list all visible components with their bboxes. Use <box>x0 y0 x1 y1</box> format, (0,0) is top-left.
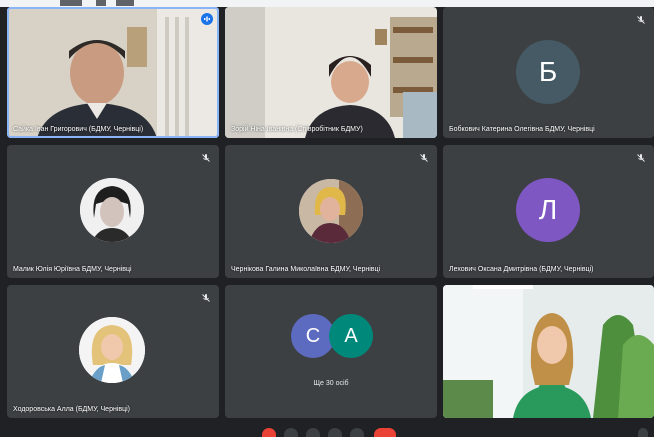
avatar-photo <box>299 179 363 243</box>
more-options-button[interactable] <box>350 428 364 437</box>
mic-off-icon <box>637 154 645 162</box>
participant-name: Зорій Ніна Іванівна (Співробітник БДМУ) <box>231 126 363 133</box>
mic-off-icon <box>637 16 645 24</box>
participant-video <box>7 7 219 138</box>
avatar-letter: Б <box>538 56 558 87</box>
participant-tile[interactable]: Ходоровська Алла (БДМУ, Чернівці) <box>7 285 219 418</box>
bottom-control-bar <box>0 426 654 437</box>
participant-avatar <box>299 179 363 243</box>
others-tile[interactable]: С А Ще 30 осіб <box>225 285 437 418</box>
audio-active-icon <box>201 13 213 25</box>
participant-avatar <box>79 317 145 383</box>
participant-avatar: Л <box>516 178 580 242</box>
participant-name: Сайка Іван Григорович (БДМУ, Чернівці) <box>13 126 144 133</box>
participant-tile[interactable]: Б Бобкович Катерина Олегівна БДМУ, Черні… <box>443 7 654 138</box>
participant-avatar: Б <box>516 40 580 104</box>
avatar-photo <box>80 178 144 242</box>
window-tab[interactable] <box>116 0 134 6</box>
participant-tile[interactable]: Чернікова Галина Миколаївна БДМУ, Чернів… <box>225 145 437 278</box>
mic-off-icon <box>202 154 210 162</box>
avatar-letter: С <box>305 324 321 347</box>
window-tab[interactable] <box>60 0 82 6</box>
participant-video <box>225 7 437 138</box>
participant-name: Чернікова Галина Миколаївна БДМУ, Чернів… <box>231 266 381 273</box>
participant-tile[interactable]: Малик Юлія Юріївна БДМУ, Чернівці <box>7 145 219 278</box>
end-call-button[interactable] <box>374 428 396 437</box>
avatar-letter: Л <box>538 194 558 225</box>
others-count: Ще 30 осіб <box>313 380 349 387</box>
captions-button[interactable] <box>306 428 320 437</box>
participant-video <box>443 285 654 418</box>
participant-tile[interactable] <box>443 285 654 418</box>
camera-toggle-button[interactable] <box>284 428 298 437</box>
participant-name: Лехович Оксана Дмитрівна (БДМУ, Чернівці… <box>449 266 594 273</box>
participant-tile[interactable]: Л Лехович Оксана Дмитрівна (БДМУ, Чернів… <box>443 145 654 278</box>
participant-name: Ходоровська Алла (БДМУ, Чернівці) <box>13 406 131 413</box>
participant-tile[interactable]: Сайка Іван Григорович (БДМУ, Чернівці) <box>7 7 219 138</box>
participant-name: Бобкович Катерина Олегівна БДМУ, Чернівц… <box>449 126 595 133</box>
mic-off-icon <box>202 294 210 302</box>
participant-name: Малик Юлія Юріївна БДМУ, Чернівці <box>13 266 132 273</box>
avatar-letter: А <box>344 324 358 347</box>
present-button[interactable] <box>328 428 342 437</box>
window-tab[interactable] <box>96 0 106 6</box>
avatar-photo <box>79 317 145 383</box>
mic-toggle-button[interactable] <box>262 428 276 437</box>
mic-off-icon <box>420 154 428 162</box>
participant-avatar: А <box>329 314 373 358</box>
info-button[interactable] <box>638 428 648 437</box>
top-toolbar-strip <box>0 0 654 7</box>
participant-tile[interactable]: Зорій Ніна Іванівна (Співробітник БДМУ) <box>225 7 437 138</box>
participant-avatar <box>80 178 144 242</box>
